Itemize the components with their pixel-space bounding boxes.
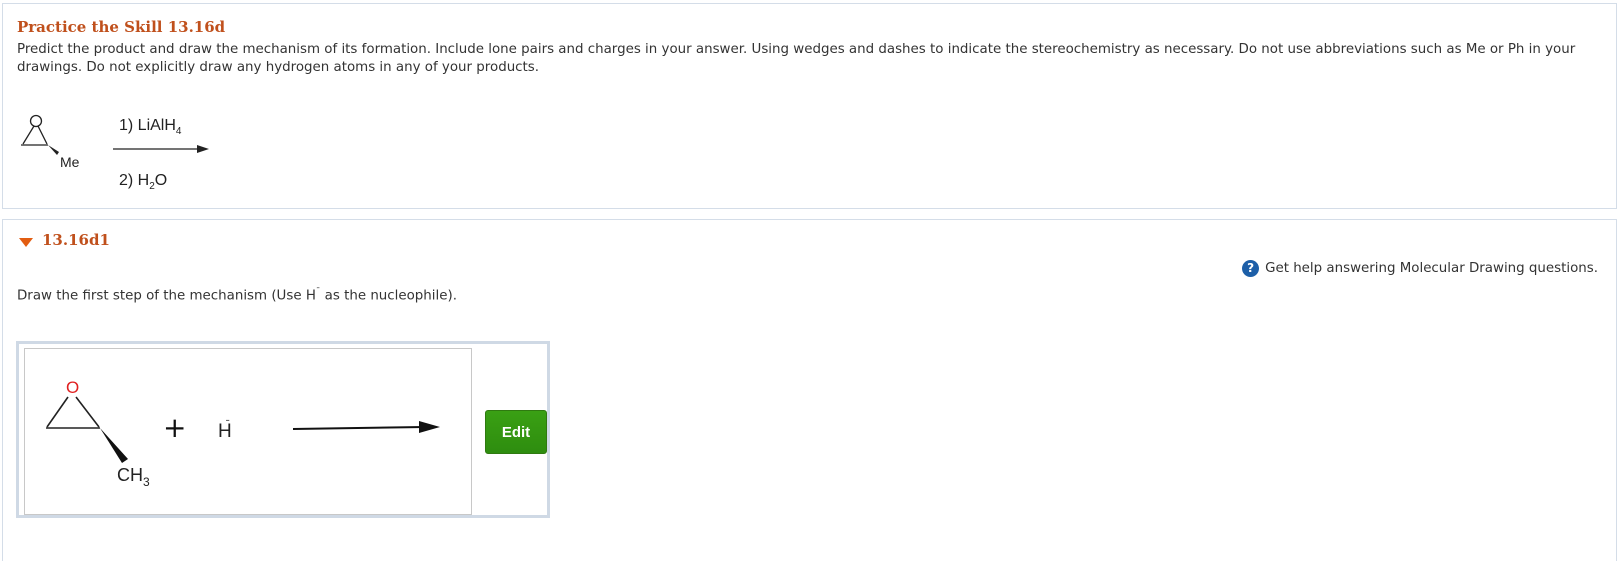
hydride: Hˉ: [218, 417, 232, 442]
problem-instructions: Predict the product and draw the mechani…: [17, 42, 1576, 75]
drawing-area: O CH3 + Hˉ Edit: [16, 341, 550, 518]
step-question: Draw the first step of the mechanism (Us…: [17, 287, 457, 304]
help-link-text[interactable]: Get help answering Molecular Drawing que…: [1265, 261, 1598, 276]
mechanism-drawing: O CH3 + Hˉ: [46, 378, 440, 489]
reaction-arrow: [113, 145, 209, 153]
epoxide-structure: [21, 114, 59, 155]
help-icon: ?: [1242, 260, 1260, 277]
reaction-scheme: Me 1) LiAlH4 2) H2O: [21, 114, 209, 192]
part-label[interactable]: 13.16d1: [42, 231, 110, 249]
oxygen-atom: O: [66, 378, 79, 397]
part-panel: 13.16d1 ? Get help answering Molecular D…: [2, 219, 1617, 561]
edit-button[interactable]: Edit: [485, 410, 547, 454]
methyl-label: Me: [60, 154, 80, 170]
plus-sign: +: [163, 411, 186, 444]
help-link[interactable]: ? Get help answering Molecular Drawing q…: [1242, 260, 1598, 277]
problem-panel: Practice the Skill 13.16d Predict the pr…: [2, 3, 1617, 209]
drawing-canvas[interactable]: O CH3 + Hˉ: [24, 348, 472, 515]
collapse-caret-icon[interactable]: [19, 238, 33, 247]
reagent-2: 2) H2O: [119, 172, 167, 192]
mechanism-arrow: [292, 421, 440, 433]
reagent-1: 1) LiAlH4: [119, 117, 182, 137]
methyl-group: CH3: [117, 465, 150, 489]
epoxide-drawing: O: [46, 378, 128, 463]
problem-title: Practice the Skill 13.16d: [17, 18, 226, 36]
